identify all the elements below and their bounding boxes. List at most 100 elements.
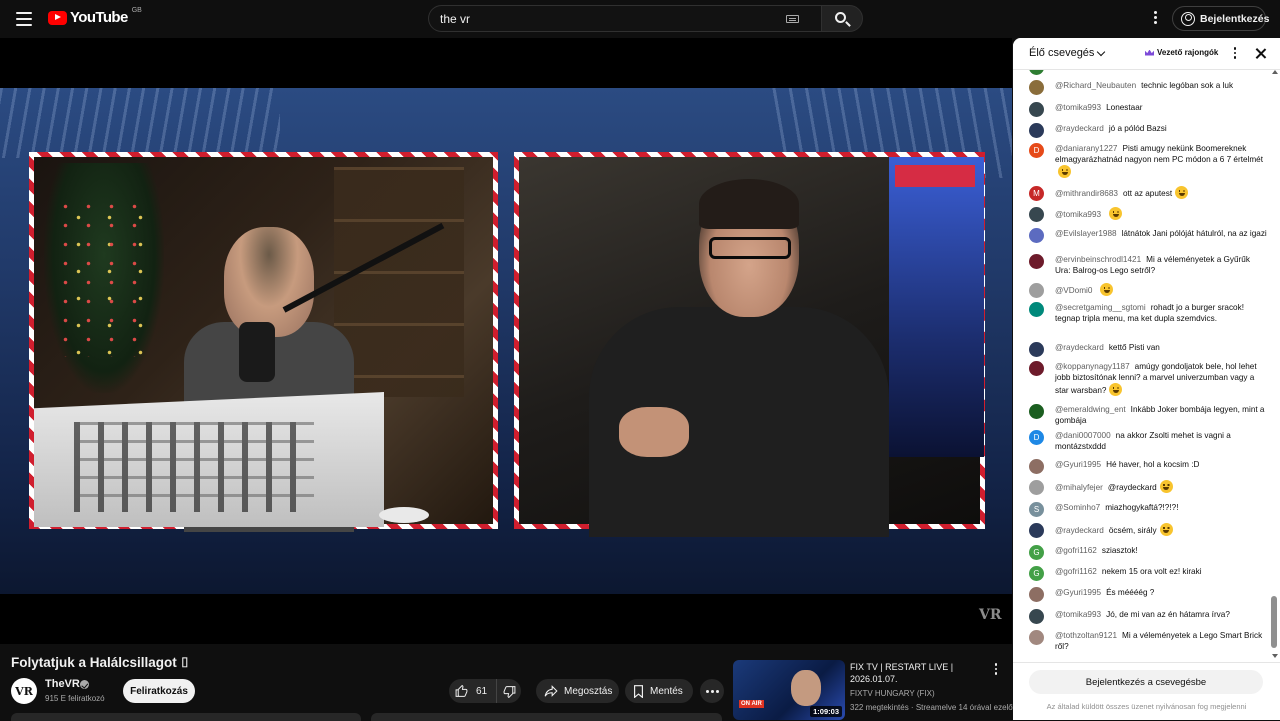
- sign-in-button[interactable]: Bejelentkezés: [1172, 6, 1269, 31]
- chat-author[interactable]: @koppanynagy1187: [1055, 362, 1130, 371]
- chat-author[interactable]: @VDomi0: [1055, 286, 1092, 295]
- chat-avatar[interactable]: [1029, 404, 1044, 419]
- chat-more-icon[interactable]: [1231, 47, 1239, 61]
- channel-name[interactable]: TheVR: [45, 678, 80, 690]
- like-button[interactable]: 61: [449, 679, 497, 703]
- chat-author[interactable]: @Sominho7: [1055, 503, 1100, 512]
- save-label: Mentés: [650, 685, 683, 697]
- chat-text: És méééég ?: [1106, 588, 1155, 597]
- chat-author[interactable]: @Gyuri1995: [1055, 588, 1101, 597]
- chat-mode-dropdown[interactable]: Élő csevegés: [1029, 47, 1106, 59]
- recommended-menu-icon[interactable]: [992, 663, 1000, 677]
- subscribe-button[interactable]: Feliratkozás: [123, 679, 195, 703]
- close-icon[interactable]: [1254, 47, 1267, 60]
- chat-avatar[interactable]: [1029, 102, 1044, 117]
- chat-author[interactable]: @raydeckard: [1055, 526, 1104, 535]
- lego-model: [34, 392, 384, 527]
- chat-text: @raydeckard: [1107, 483, 1157, 492]
- chat-message-body: @daniarany1227 Pisti amugy nekünk Boomere…: [1055, 143, 1267, 178]
- logo-region: GB: [131, 7, 142, 14]
- search-button[interactable]: [821, 5, 863, 32]
- chat-author[interactable]: @tomika993: [1055, 210, 1101, 219]
- chat-author[interactable]: @tomika993: [1055, 103, 1101, 112]
- chat-avatar[interactable]: [1029, 342, 1044, 357]
- settings-more-icon[interactable]: [1150, 11, 1160, 27]
- hamburger-menu-icon[interactable]: [14, 9, 34, 29]
- chat-avatar[interactable]: [1029, 609, 1044, 624]
- dislike-button[interactable]: [497, 679, 521, 703]
- chat-avatar[interactable]: [1029, 630, 1044, 645]
- chat-avatar[interactable]: [1029, 480, 1044, 495]
- chat-text: technic legóban sok a luk: [1141, 81, 1234, 90]
- chat-avatar[interactable]: [1029, 207, 1044, 222]
- chat-message-body: @dani0007000 na akkor Zsolti mehet is vag…: [1055, 430, 1267, 452]
- recommended-thumbnail[interactable]: ON AIR 1:09:03: [733, 660, 845, 720]
- chat-author[interactable]: @raydeckard: [1055, 343, 1104, 352]
- chat-avatar[interactable]: M: [1029, 186, 1044, 201]
- video-frame: [0, 88, 1012, 594]
- chat-sign-in-button[interactable]: Bejelentkezés a csevegésbe: [1029, 670, 1263, 694]
- chat-author[interactable]: @mithrandir8683: [1055, 189, 1118, 198]
- video-player[interactable]: VR: [0, 38, 1012, 644]
- scrollbar-thumb[interactable]: [1271, 596, 1277, 648]
- chat-avatar[interactable]: [1029, 587, 1044, 602]
- chat-author[interactable]: @emeraldwing_ent: [1055, 405, 1126, 414]
- search-input[interactable]: [440, 11, 770, 26]
- keyboard-icon[interactable]: [786, 15, 799, 23]
- subscriber-count: 915 E feliratkozó: [45, 694, 105, 703]
- scroll-down-icon[interactable]: [1272, 654, 1278, 658]
- chat-message-body: @gofri1162 sziasztok!: [1055, 545, 1267, 556]
- chat-avatar[interactable]: [1029, 80, 1044, 95]
- chat-author[interactable]: @gofri1162: [1055, 567, 1097, 576]
- chat-author[interactable]: @ervinbeinschrodl1421: [1055, 255, 1141, 264]
- save-button[interactable]: Mentés: [625, 679, 693, 703]
- microphone: [239, 322, 275, 382]
- chat-avatar[interactable]: G: [1029, 566, 1044, 581]
- recommended-title[interactable]: FIX TV | RESTART LIVE | 2026.01.07.: [850, 661, 990, 685]
- logo-text: YouTube: [70, 9, 128, 26]
- chat-scrollbar[interactable]: [1268, 70, 1280, 662]
- youtube-play-icon: [48, 10, 67, 25]
- chat-avatar[interactable]: [1029, 523, 1044, 538]
- chat-avatar[interactable]: G: [1029, 545, 1044, 560]
- video-title-suffix: ⌷: [180, 655, 189, 670]
- chat-author[interactable]: @Gyuri1995: [1055, 460, 1101, 469]
- chat-avatar[interactable]: [1029, 459, 1044, 474]
- recommended-channel[interactable]: FIXTV HUNGARY (FIX): [850, 689, 935, 698]
- chat-author[interactable]: @raydeckard: [1055, 124, 1104, 133]
- chat-author[interactable]: @secretgaming__sgtomi: [1055, 303, 1146, 312]
- chat-avatar[interactable]: [1029, 361, 1044, 376]
- thumbs-up-icon: [455, 684, 468, 697]
- channel-avatar[interactable]: VR: [11, 678, 37, 704]
- chat-author[interactable]: @mihalyfejer: [1055, 483, 1103, 492]
- youtube-logo[interactable]: YouTube GB: [48, 7, 142, 26]
- more-actions-icon[interactable]: [700, 679, 724, 703]
- chat-author[interactable]: @tomika993: [1055, 610, 1101, 619]
- chat-author[interactable]: @daniarany1227: [1055, 144, 1118, 153]
- chat-avatar[interactable]: [1029, 228, 1044, 243]
- like-dislike-group: 61: [449, 679, 521, 703]
- verified-icon: [80, 680, 89, 689]
- chat-avatar[interactable]: [1029, 254, 1044, 269]
- chat-avatar[interactable]: [1029, 302, 1044, 317]
- scroll-up-icon[interactable]: [1272, 70, 1278, 74]
- chat-author[interactable]: @dani0007000: [1055, 431, 1111, 440]
- chat-avatar[interactable]: D: [1029, 143, 1044, 158]
- chat-avatar[interactable]: [1029, 283, 1044, 298]
- chat-avatar[interactable]: [1029, 123, 1044, 138]
- chat-message-body: @raydeckard öcsém, sirály: [1055, 523, 1267, 536]
- top-fans-button[interactable]: Vezető rajongók: [1145, 48, 1218, 57]
- recommended-video[interactable]: ON AIR 1:09:03 FIX TV | RESTART LIVE | 2…: [733, 660, 1017, 720]
- chat-avatar[interactable]: D: [1029, 430, 1044, 445]
- share-label: Megosztás: [564, 685, 613, 697]
- chat-message-body: @secretgaming__sgtomi rohadt jo a burger …: [1055, 302, 1267, 324]
- chat-author[interactable]: @Richard_Neubauten: [1055, 81, 1136, 90]
- chat-message-list[interactable]: G@gabornagy4003a tovább fejlesztett kezz…: [1013, 66, 1268, 660]
- share-button[interactable]: Megosztás: [536, 679, 619, 703]
- chat-author[interactable]: @tothzoltan9121: [1055, 631, 1117, 640]
- chat-avatar[interactable]: S: [1029, 502, 1044, 517]
- chat-author[interactable]: @gofri1162: [1055, 546, 1097, 555]
- video-duration: 1:09:03: [810, 706, 842, 717]
- emoji-icon: [1159, 523, 1173, 536]
- chat-author[interactable]: @Evilslayer1988: [1055, 229, 1117, 238]
